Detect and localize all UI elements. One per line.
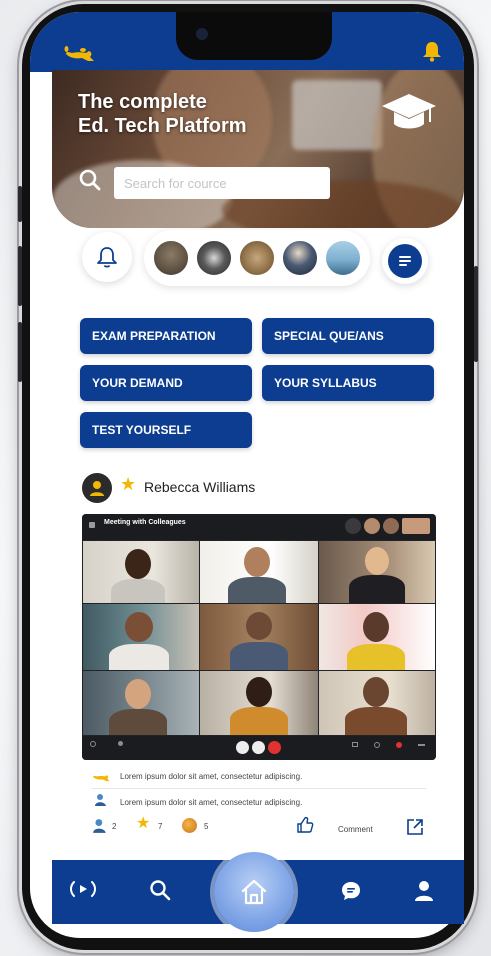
participant-tile <box>83 604 199 670</box>
home-button[interactable] <box>214 852 294 932</box>
your-demand-button[interactable]: YOUR DEMAND <box>80 365 252 401</box>
story-avatar[interactable] <box>237 239 276 277</box>
bell-icon[interactable] <box>422 40 442 67</box>
coin-count: 5 <box>204 822 209 831</box>
test-yourself-button[interactable]: TEST YOURSELF <box>80 412 252 448</box>
lamp-icon <box>92 770 112 788</box>
notification-button[interactable] <box>82 232 132 282</box>
menu-button[interactable] <box>382 238 428 284</box>
coin-icon <box>182 818 197 833</box>
chat-control-icon <box>352 742 358 747</box>
participant-tile <box>200 671 318 735</box>
chat-icon[interactable] <box>340 880 362 902</box>
author-name[interactable]: Rebecca Williams <box>144 479 255 495</box>
reaction-control-icon <box>396 742 402 748</box>
participant-tile <box>319 671 435 735</box>
end-call-button[interactable] <box>268 741 281 754</box>
star-icon: ★ <box>120 474 137 494</box>
record-icon <box>118 741 123 746</box>
home-icon <box>241 879 267 905</box>
menu-icon <box>388 244 422 278</box>
story-avatar[interactable] <box>195 239 234 277</box>
more-control-icon <box>418 744 425 746</box>
broadcast-icon[interactable] <box>66 878 100 900</box>
story-avatar[interactable] <box>323 239 362 277</box>
star-count: 7 <box>158 822 163 831</box>
people-control-icon <box>374 742 380 748</box>
story-avatar[interactable] <box>280 239 319 277</box>
divider <box>92 788 426 789</box>
search-icon[interactable] <box>148 878 172 902</box>
front-camera <box>196 28 208 40</box>
post-text-line: Lorem ipsum dolor sit amet, consectetur … <box>120 798 303 807</box>
graduation-cap-icon <box>380 90 438 139</box>
video-thumbnail[interactable]: Meeting with Colleagues <box>82 514 436 760</box>
post-text-line: Lorem ipsum dolor sit amet, consectetur … <box>120 772 303 781</box>
thumbs-up-icon[interactable] <box>296 816 314 839</box>
hero-banner: The complete Ed. Tech Platform <box>52 70 464 228</box>
user-icon[interactable] <box>414 880 434 902</box>
teacher-icon <box>92 818 108 839</box>
story-avatar[interactable] <box>152 239 191 277</box>
participant-tile <box>83 671 199 735</box>
participant-avatars <box>345 518 430 534</box>
user-icon <box>90 481 104 496</box>
meeting-title: Meeting with Colleagues <box>104 519 186 526</box>
comment-button[interactable]: Comment <box>338 825 373 834</box>
bell-outline-icon <box>97 247 117 268</box>
back-icon <box>89 522 95 528</box>
share-icon[interactable] <box>406 818 424 841</box>
camera-button[interactable] <box>252 741 265 754</box>
stories-tray <box>144 230 370 286</box>
teacher-icon <box>94 793 108 807</box>
lamp-icon[interactable] <box>64 44 98 68</box>
star-icon: ★ <box>136 815 151 832</box>
mic-button[interactable] <box>236 741 249 754</box>
search-icon[interactable] <box>78 168 102 197</box>
info-icon <box>90 741 96 747</box>
avatar[interactable] <box>82 473 112 503</box>
your-syllabus-button[interactable]: YOUR SYLLABUS <box>262 365 434 401</box>
participant-tile <box>200 604 318 670</box>
special-qa-button[interactable]: SPECIAL QUE/ANS <box>262 318 434 354</box>
exam-preparation-button[interactable]: EXAM PREPARATION <box>80 318 252 354</box>
participant-tile <box>200 541 318 603</box>
search-input[interactable] <box>114 167 330 199</box>
participant-tile <box>319 541 435 603</box>
teacher-count: 2 <box>112 822 117 831</box>
participant-tile <box>319 604 435 670</box>
video-controls <box>82 736 436 760</box>
participant-tile <box>83 541 199 603</box>
hero-title: The complete Ed. Tech Platform <box>78 91 247 137</box>
